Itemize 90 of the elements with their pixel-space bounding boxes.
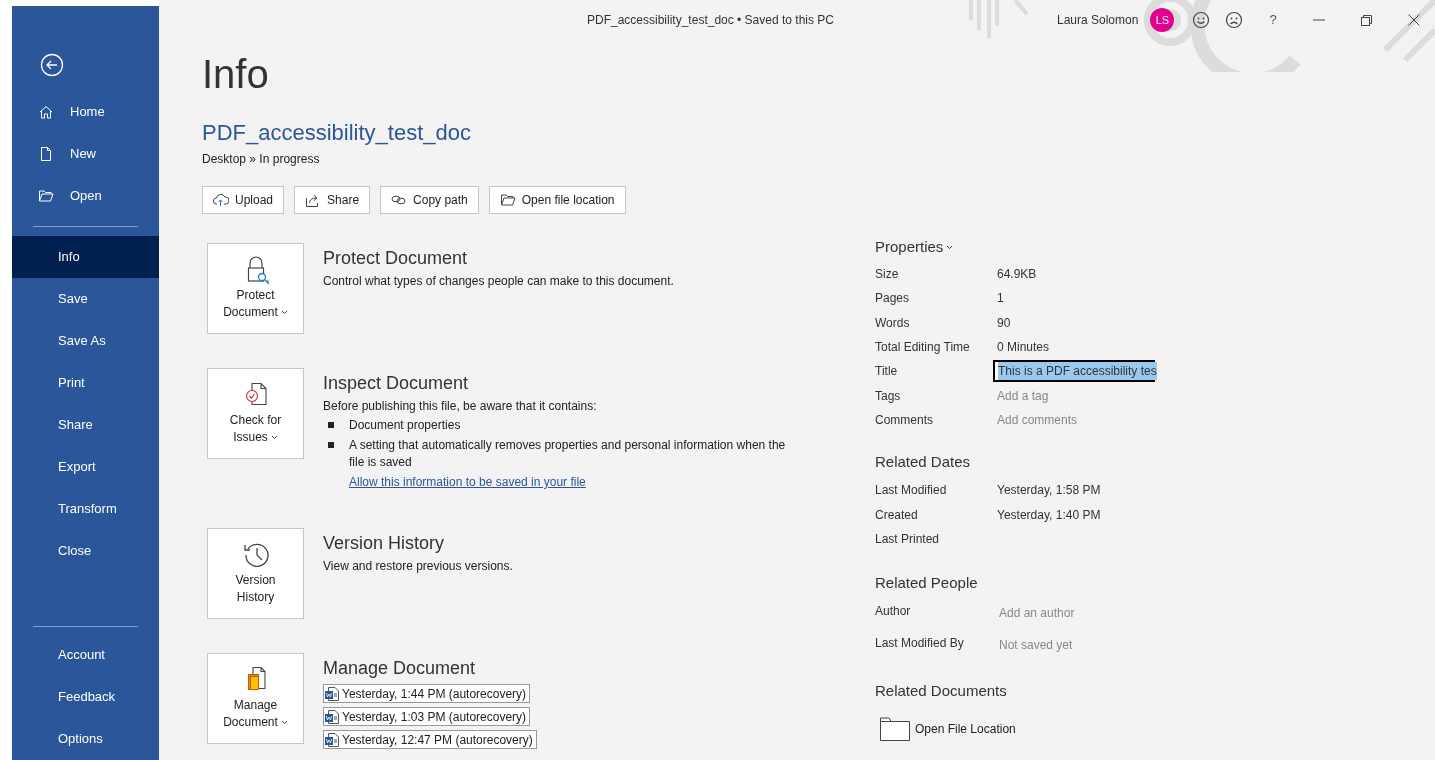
- property-label: Created: [875, 506, 919, 524]
- feedback-button[interactable]: [1192, 11, 1211, 29]
- bullet-icon: [328, 422, 334, 428]
- sidebar-item[interactable]: New: [12, 133, 159, 175]
- property-value: 0 Minutes: [997, 339, 1050, 357]
- restore-icon: [1360, 14, 1372, 26]
- section-description: View and restore previous versions.: [323, 558, 513, 574]
- property-label: Pages: [875, 290, 911, 308]
- window-title: PDF_accessibility_test_doc • Saved to this PC: [587, 12, 835, 29]
- bullet-text: A setting that automatically removes properties and personal information when the file is saved: [349, 437, 787, 471]
- property-label: Title: [875, 363, 899, 381]
- property-value: 64.9KB: [997, 266, 1037, 284]
- close-icon: [1407, 14, 1420, 26]
- sidebar-item[interactable]: Feedback: [12, 676, 159, 718]
- blank-page-icon: [38, 146, 54, 162]
- cloud-upload-icon: [213, 192, 229, 208]
- section-title: Manage Document: [323, 657, 477, 680]
- frowning-face-icon: [1225, 11, 1244, 29]
- sidebar-item[interactable]: Export: [12, 446, 159, 488]
- property-label: Comments: [875, 411, 934, 429]
- property-value: 90: [997, 314, 1011, 332]
- back-button[interactable]: [40, 53, 64, 77]
- autorecovery-file-link[interactable]: Yesterday, 1:44 PM (autorecovery): [323, 684, 531, 703]
- title-input-field[interactable]: This is a PDF accessibility tes: [993, 360, 1155, 383]
- bullet-icon: [328, 442, 334, 448]
- property-label: Last Printed: [875, 531, 941, 549]
- properties-heading: Related Documents: [875, 680, 1008, 701]
- document-name: PDF_accessibility_test_doc: [202, 119, 472, 147]
- properties-heading: Related People: [875, 572, 979, 593]
- property-label: Last Modified: [875, 482, 948, 500]
- page-title: Info: [202, 52, 270, 96]
- sidebar-item[interactable]: Print: [12, 362, 159, 404]
- sidebar-item[interactable]: Close: [12, 530, 159, 572]
- caret-icon: [280, 720, 288, 726]
- folder-icon: [880, 716, 910, 741]
- section-button[interactable]: Protect Document: [207, 243, 304, 334]
- property-value: 1: [997, 290, 1004, 308]
- section-title: Version History: [323, 532, 446, 555]
- folder-icon: [38, 188, 54, 204]
- restore-button[interactable]: [1360, 13, 1375, 27]
- section-description: Control what types of changes people can make to this document.: [323, 273, 674, 289]
- file-path: Desktop » In progress: [202, 151, 321, 167]
- sidebar-item[interactable]: Account: [12, 634, 159, 676]
- autorecovery-file-link[interactable]: Yesterday, 12:47 PM (autorecovery): [323, 730, 537, 749]
- autorecovery-file-link[interactable]: Yesterday, 1:03 PM (autorecovery): [323, 707, 531, 726]
- smiley-face-icon: [1192, 11, 1211, 29]
- allow-info-link[interactable]: Allow this information to be saved in your file: [349, 473, 799, 491]
- action-button[interactable]: Upload: [202, 186, 285, 214]
- property-label: Tags: [875, 387, 902, 405]
- sidebar-item[interactable]: Save: [12, 278, 159, 320]
- help-button[interactable]: ?: [1269, 10, 1277, 30]
- caret-icon: [280, 310, 288, 316]
- action-button[interactable]: Share: [294, 186, 371, 214]
- close-button[interactable]: [1407, 13, 1422, 27]
- folder-icon: [499, 192, 516, 208]
- sidebar-item[interactable]: Save As: [12, 320, 159, 362]
- caret-icon: [270, 435, 278, 441]
- sidebar-item[interactable]: Options: [12, 718, 159, 760]
- sidebar-item[interactable]: Open: [12, 175, 159, 217]
- word-document-icon: [324, 731, 340, 748]
- property-label: Words: [875, 314, 911, 332]
- properties-heading: Properties: [875, 237, 1435, 257]
- property-label: Last Modified By: [875, 634, 965, 652]
- action-button[interactable]: Copy path: [380, 186, 479, 214]
- section-button[interactable]: Check for Issues: [207, 368, 304, 459]
- property-label: Size: [875, 266, 900, 284]
- minimize-icon: [1312, 19, 1325, 21]
- bullet-text: Document properties: [349, 417, 462, 434]
- property-label: Author: [875, 602, 912, 620]
- caret-icon: [946, 244, 954, 250]
- sidebar-item[interactable]: Info: [12, 236, 159, 278]
- sidebar-item[interactable]: Home: [12, 91, 159, 133]
- word-document-icon: [324, 685, 340, 702]
- feedback-button[interactable]: [1225, 11, 1244, 29]
- property-value: Yesterday, 1:58 PM: [997, 482, 1101, 500]
- section-title: Inspect Document: [323, 372, 470, 395]
- section-button[interactable]: Version History: [207, 528, 304, 619]
- word-document-icon: [324, 708, 340, 725]
- section-title: Protect Document: [323, 247, 469, 270]
- user-name: Laura Solomon: [1057, 12, 1139, 29]
- section-button[interactable]: Manage Document: [207, 653, 304, 744]
- section-description: Before publishing this file, be aware that it contains:: [323, 398, 598, 414]
- properties-heading: Related Dates: [875, 452, 972, 473]
- action-button[interactable]: Open file location: [488, 186, 626, 214]
- property-value: Yesterday, 1:40 PM: [997, 506, 1101, 524]
- sidebar-item[interactable]: Transform: [12, 488, 159, 530]
- open-file-location-link[interactable]: Open File Location: [875, 716, 1435, 741]
- sidebar-item[interactable]: Share: [12, 404, 159, 446]
- home-icon: [38, 104, 54, 120]
- property-label: Total Editing Time: [875, 339, 971, 357]
